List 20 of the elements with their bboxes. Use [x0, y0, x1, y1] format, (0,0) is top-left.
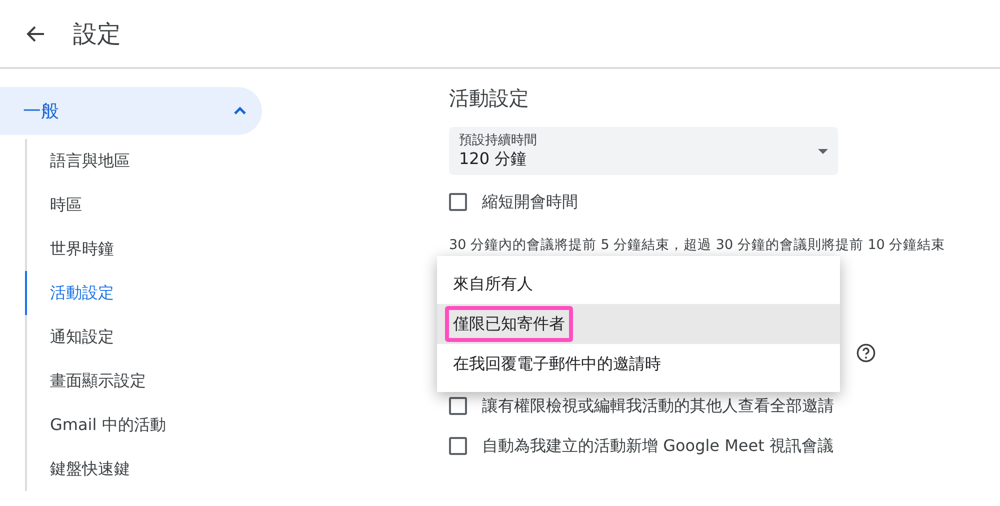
menu-item[interactable]: 在我回覆電子郵件中的邀請時	[437, 344, 840, 384]
section-header[interactable]: 一般	[0, 87, 262, 135]
sidebar-item[interactable]: 活動設定	[50, 281, 114, 305]
page-title: 設定	[73, 18, 121, 50]
help-text: 30 分鐘內的會議將提前 5 分鐘結束，超過 30 分鐘的會議則將提前 10 分鐘結束	[449, 236, 946, 255]
sidebar-item[interactable]: 語言與地區	[50, 149, 130, 173]
checkbox-label: 讓有權限檢視或編輯我活動的其他人查看全部邀請	[482, 395, 834, 418]
checkbox-label: 自動為我建立的活動新增 Google Meet 視訊會議	[482, 435, 834, 458]
sidebar-item[interactable]: 通知設定	[50, 325, 114, 349]
sidebar-item[interactable]: Gmail 中的活動	[50, 413, 166, 437]
sidebar-item[interactable]: 畫面顯示設定	[50, 369, 146, 393]
checkbox-label: 縮短開會時間	[482, 191, 578, 213]
highlight-frame: 僅限已知寄件者	[445, 306, 573, 342]
menu-item[interactable]: 來自所有人	[437, 264, 840, 304]
menu-item[interactable]: 僅限已知寄件者	[437, 304, 840, 344]
duration-select[interactable]: 預設持續時間 120 分鐘	[449, 127, 838, 175]
sidebar-item[interactable]: 鍵盤快速鍵	[50, 457, 130, 481]
sidebar-item[interactable]: 世界時鐘	[50, 237, 114, 261]
sidebar-item[interactable]: 時區	[50, 193, 82, 217]
section-title: 活動設定	[449, 85, 530, 112]
